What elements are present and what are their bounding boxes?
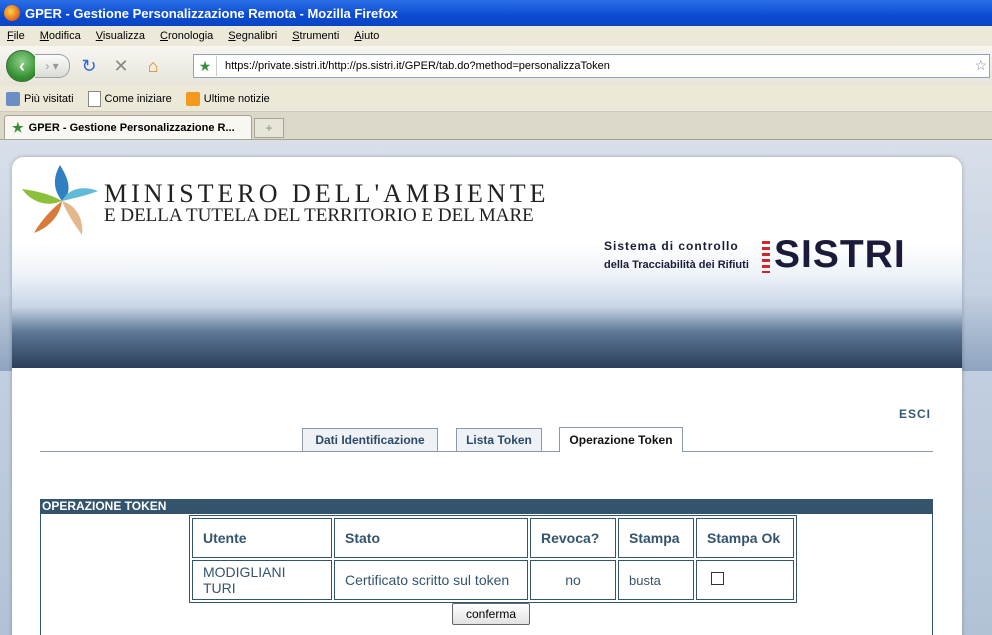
menu-bar: File Modifica Visualizza Cronologia Segn… (0, 26, 992, 46)
col-stato: Stato (334, 518, 528, 558)
page-icon (87, 90, 101, 107)
menu-segnalibri[interactable]: Segnalibri (221, 30, 285, 42)
window-title: GPER - Gestione Personalizzazione Remota… (25, 5, 398, 21)
table-header-row: Utente Stato Revoca? Stampa Stampa Ok (192, 518, 794, 558)
menu-file[interactable]: File (0, 30, 33, 42)
token-table: Utente Stato Revoca? Stampa Stampa Ok MO… (189, 515, 797, 603)
cell-stampa: busta (618, 560, 694, 600)
bookmark-star-icon[interactable]: ☆ (974, 57, 987, 74)
bookmark-label: Ultime notizie (203, 92, 270, 105)
tab-operazione-token[interactable]: Operazione Token (559, 427, 683, 452)
site-icon[interactable]: ★ (194, 56, 217, 76)
section-body: Utente Stato Revoca? Stampa Stampa Ok MO… (40, 514, 933, 635)
forward-icon[interactable]: › ▾ (35, 54, 70, 78)
table-row: MODIGLIANI TURI Certificato scritto sul … (192, 560, 794, 600)
col-revoca: Revoca? (530, 518, 616, 558)
sistri-logo: SISTRI (774, 233, 906, 276)
site-header: MINISTERO DELL'AMBIENTE E DELLA TUTELA D… (12, 157, 962, 368)
col-utente: Utente (192, 518, 332, 558)
sistri-dots-icon (762, 241, 770, 273)
new-tab-button[interactable]: + (254, 118, 284, 138)
confirm-button[interactable]: conferma (452, 603, 530, 625)
reload-icon[interactable]: ↻ (76, 54, 102, 78)
logout-link[interactable]: ESCI (899, 407, 931, 421)
cell-stato: Certificato scritto sul token (334, 560, 528, 600)
cell-stampa-ok (696, 560, 794, 600)
home-icon[interactable]: ⌂ (140, 54, 166, 78)
site-favicon-icon: ★ (12, 119, 24, 135)
cell-revoca: no (530, 560, 616, 600)
tab-lista-token[interactable]: Lista Token (456, 428, 542, 451)
sistri-caption-1: Sistema di controllo (604, 239, 739, 253)
bookmark-label: Come iniziare (104, 92, 172, 105)
browser-tab[interactable]: ★ GPER - Gestione Personalizzazione R... (4, 115, 252, 139)
tab-dati-identificazione[interactable]: Dati Identificazione (302, 428, 438, 451)
rss-icon (185, 91, 200, 106)
menu-cronologia[interactable]: Cronologia (153, 30, 221, 42)
ministry-subtitle: E DELLA TUTELA DEL TERRITORIO E DEL MARE (104, 205, 534, 226)
menu-modifica[interactable]: Modifica (33, 30, 89, 42)
sistri-caption-2: della Tracciabilità dei Rifiuti (604, 259, 749, 271)
page-container: MINISTERO DELL'AMBIENTE E DELLA TUTELA D… (12, 157, 962, 635)
page-viewport: MINISTERO DELL'AMBIENTE E DELLA TUTELA D… (0, 140, 992, 635)
col-stampa: Stampa (618, 518, 694, 558)
browser-tab-label: GPER - Gestione Personalizzazione R... (28, 121, 235, 134)
bookmarks-toolbar: Più visitati Come iniziare Ultime notizi… (0, 86, 992, 112)
bookmark-ultime-notizie[interactable]: Ultime notizie (185, 91, 270, 106)
bookmark-come-iniziare[interactable]: Come iniziare (87, 90, 172, 107)
menu-strumenti[interactable]: Strumenti (285, 30, 347, 42)
ministry-logo-icon (22, 165, 98, 235)
stop-icon[interactable]: ✕ (108, 54, 134, 78)
section-title: OPERAZIONE TOKEN (40, 499, 933, 514)
bookmark-piu-visitati[interactable]: Più visitati (6, 91, 74, 106)
url-bar[interactable]: ★ https://private.sistri.it/http://ps.si… (193, 54, 990, 78)
most-visited-icon (6, 91, 20, 106)
menu-aiuto[interactable]: Aiuto (347, 30, 387, 42)
tab-strip: ★ GPER - Gestione Personalizzazione R...… (0, 112, 992, 140)
url-text[interactable]: https://private.sistri.it/http://ps.sist… (225, 60, 610, 72)
col-stampa-ok: Stampa Ok (696, 518, 794, 558)
firefox-icon (4, 5, 20, 21)
window-titlebar: GPER - Gestione Personalizzazione Remota… (0, 0, 992, 26)
bookmark-label: Più visitati (24, 92, 74, 105)
stampa-ok-checkbox[interactable] (711, 572, 724, 585)
navigation-toolbar: ‹ › ▾ ↻ ✕ ⌂ ★ https://private.sistri.it/… (0, 46, 992, 86)
menu-visualizza[interactable]: Visualizza (89, 30, 153, 42)
back-icon[interactable]: ‹ (6, 50, 38, 82)
cell-utente: MODIGLIANI TURI (192, 560, 332, 600)
